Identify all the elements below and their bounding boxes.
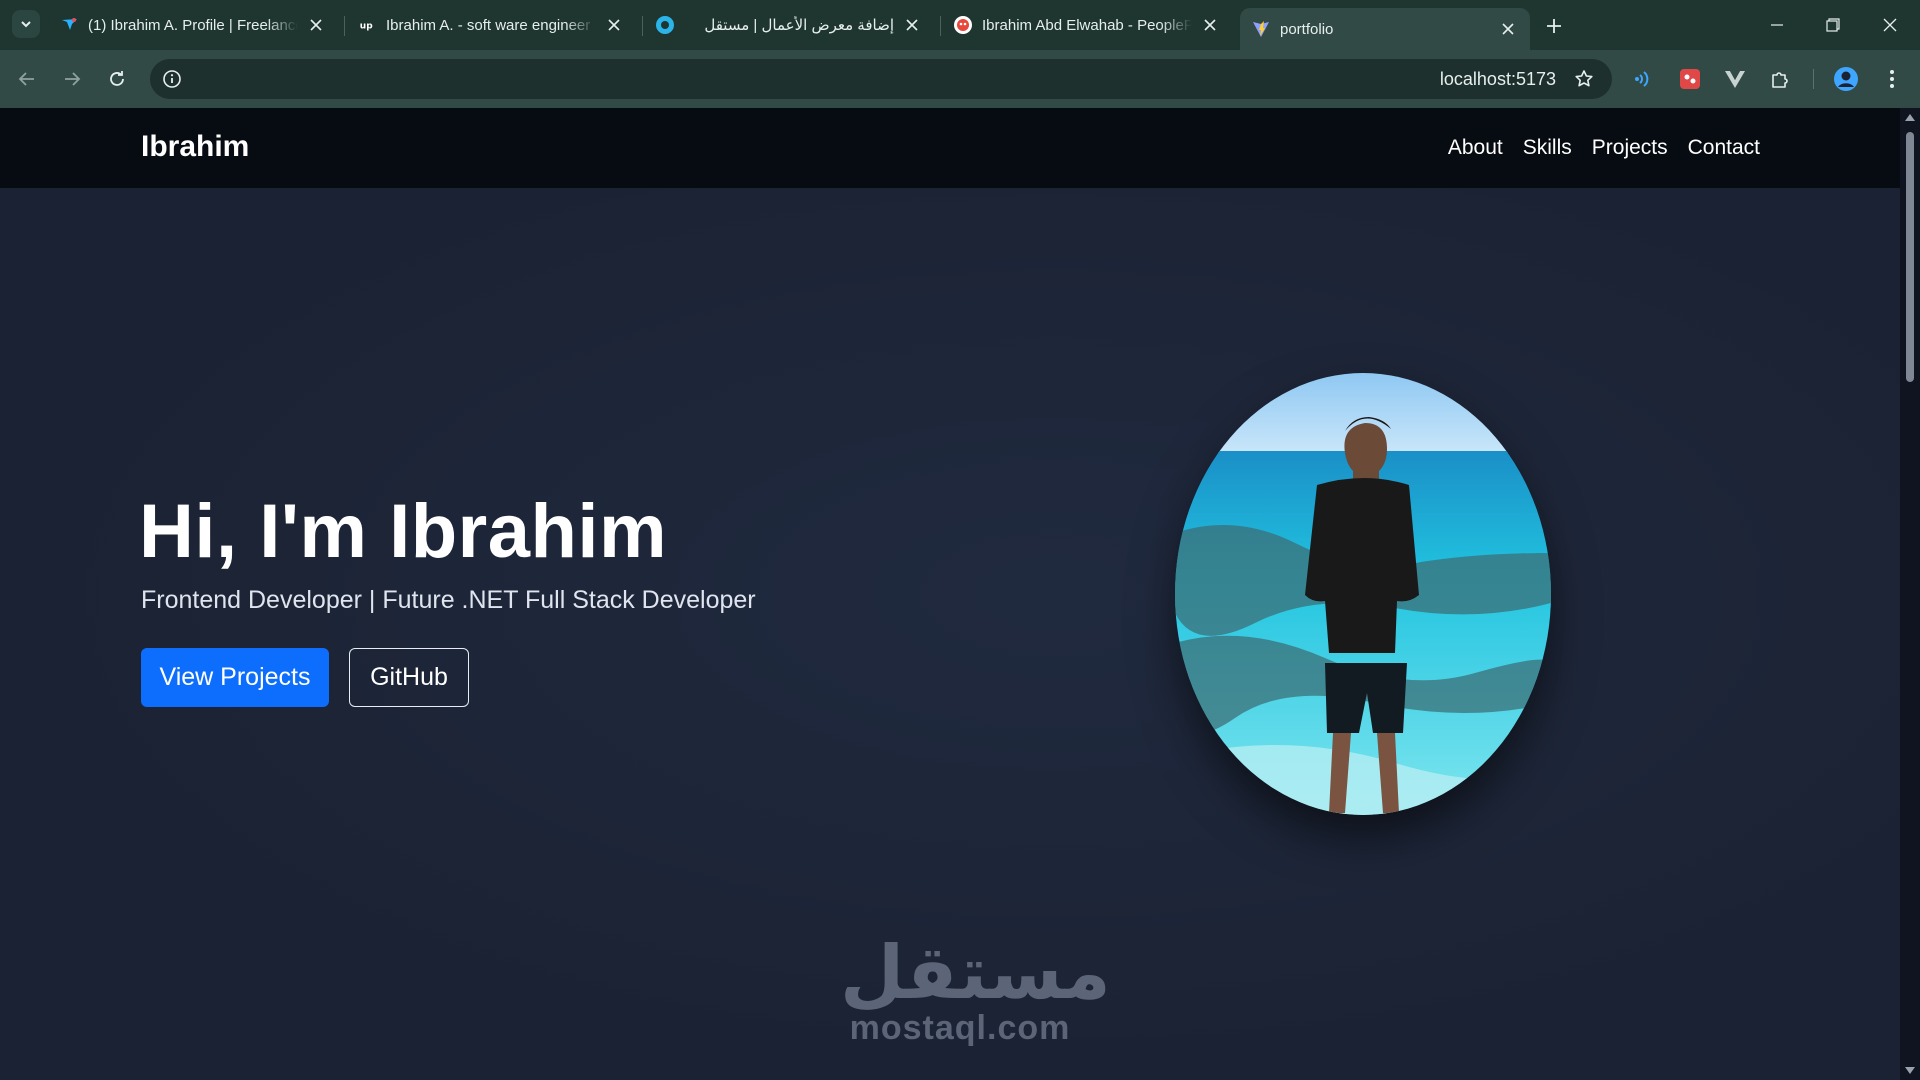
page-scrollbar[interactable] (1900, 108, 1920, 1080)
site-navbar: Ibrahim About Skills Projects Contact (0, 108, 1900, 188)
tab-title: Ibrahim A. - soft ware engineer (386, 16, 591, 34)
close-tab-icon[interactable] (902, 15, 922, 35)
tab-title: portfolio (1280, 20, 1334, 38)
close-icon (1883, 18, 1897, 32)
site-info-icon[interactable] (158, 65, 186, 93)
close-tab-icon[interactable] (306, 15, 326, 35)
freelancer-icon (60, 16, 78, 34)
mostaql-watermark: مستقل mostaql.com (840, 931, 1111, 1048)
nav-link-projects[interactable]: Projects (1592, 136, 1668, 160)
browser-toolbar: localhost:5173 (0, 50, 1920, 108)
toolbar-divider (1813, 69, 1814, 89)
browser-menu-icon[interactable] (1877, 64, 1907, 94)
brand-logo[interactable]: Ibrahim (141, 130, 249, 164)
tab-title: Ibrahim Abd Elwahab - PeoplePerHour (982, 16, 1192, 34)
browser-tab-active[interactable]: portfolio (1240, 8, 1530, 50)
hero-title: Hi, I'm Ibrahim (139, 489, 668, 574)
browser-tab[interactable]: Ibrahim Abd Elwahab - PeoplePerHour (942, 8, 1232, 42)
browser-tab[interactable]: إضافة معرض الأعمال | مستقل (644, 8, 934, 42)
back-button[interactable] (12, 64, 42, 94)
vuejs-devtools-icon[interactable] (1720, 64, 1750, 94)
read-aloud-extension-icon[interactable] (1629, 64, 1659, 94)
github-button[interactable]: GitHub (349, 648, 469, 707)
close-tab-icon[interactable] (1498, 19, 1518, 39)
tab-title: (1) Ibrahim A. Profile | Freelancer (88, 16, 298, 34)
tab-search-button[interactable] (12, 10, 40, 38)
minimize-button[interactable] (1749, 0, 1805, 50)
upwork-icon: up (358, 16, 376, 34)
close-tab-icon[interactable] (1200, 15, 1220, 35)
reload-button[interactable] (102, 64, 132, 94)
browser-tab-bar: (1) Ibrahim A. Profile | Freelancer up I… (0, 0, 1920, 50)
tab-title: إضافة معرض الأعمال | مستقل (704, 17, 894, 34)
watermark-arabic: مستقل (840, 931, 1111, 1014)
nav-link-contact[interactable]: Contact (1688, 136, 1760, 160)
minimize-icon (1771, 24, 1783, 26)
tab-divider (642, 16, 643, 36)
arrow-left-icon (18, 72, 34, 86)
restore-icon (1826, 18, 1840, 32)
address-bar[interactable]: localhost:5173 (150, 59, 1612, 99)
browser-tab[interactable]: up Ibrahim A. - soft ware engineer (346, 8, 636, 42)
tab-divider (344, 16, 345, 36)
vite-icon (1252, 20, 1270, 38)
profile-photo (1175, 373, 1551, 815)
view-projects-button[interactable]: View Projects (141, 648, 329, 707)
watermark-url: mostaql.com (849, 1009, 1071, 1047)
extension-red-icon[interactable] (1675, 64, 1705, 94)
nav-links: About Skills Projects Contact (1448, 136, 1760, 160)
plus-icon (1547, 19, 1561, 33)
mostaql-icon (656, 16, 674, 34)
nav-link-skills[interactable]: Skills (1523, 136, 1572, 160)
page-viewport: Ibrahim About Skills Projects Contact Hi… (0, 108, 1920, 1080)
extensions-puzzle-icon[interactable] (1766, 64, 1796, 94)
nav-link-about[interactable]: About (1448, 136, 1503, 160)
tab-divider (940, 16, 941, 36)
scroll-down-arrow-icon[interactable] (1905, 1066, 1915, 1076)
svg-text:up: up (360, 22, 373, 32)
chevron-down-icon (21, 21, 31, 28)
profile-avatar[interactable] (1831, 64, 1861, 94)
close-window-button[interactable] (1862, 0, 1918, 50)
address-url[interactable]: localhost:5173 (1440, 69, 1556, 90)
peopleperhour-icon (954, 16, 972, 34)
browser-tab[interactable]: (1) Ibrahim A. Profile | Freelancer (48, 8, 338, 42)
scrollbar-thumb[interactable] (1906, 132, 1914, 382)
forward-button[interactable] (57, 64, 87, 94)
restore-button[interactable] (1805, 0, 1861, 50)
close-tab-icon[interactable] (604, 15, 624, 35)
reload-icon (110, 71, 124, 86)
bookmark-star-icon[interactable] (1572, 67, 1596, 91)
hero-subtitle: Frontend Developer | Future .NET Full St… (141, 586, 756, 614)
scroll-up-arrow-icon[interactable] (1905, 112, 1915, 122)
arrow-right-icon (65, 72, 81, 86)
new-tab-button[interactable] (1540, 12, 1568, 40)
